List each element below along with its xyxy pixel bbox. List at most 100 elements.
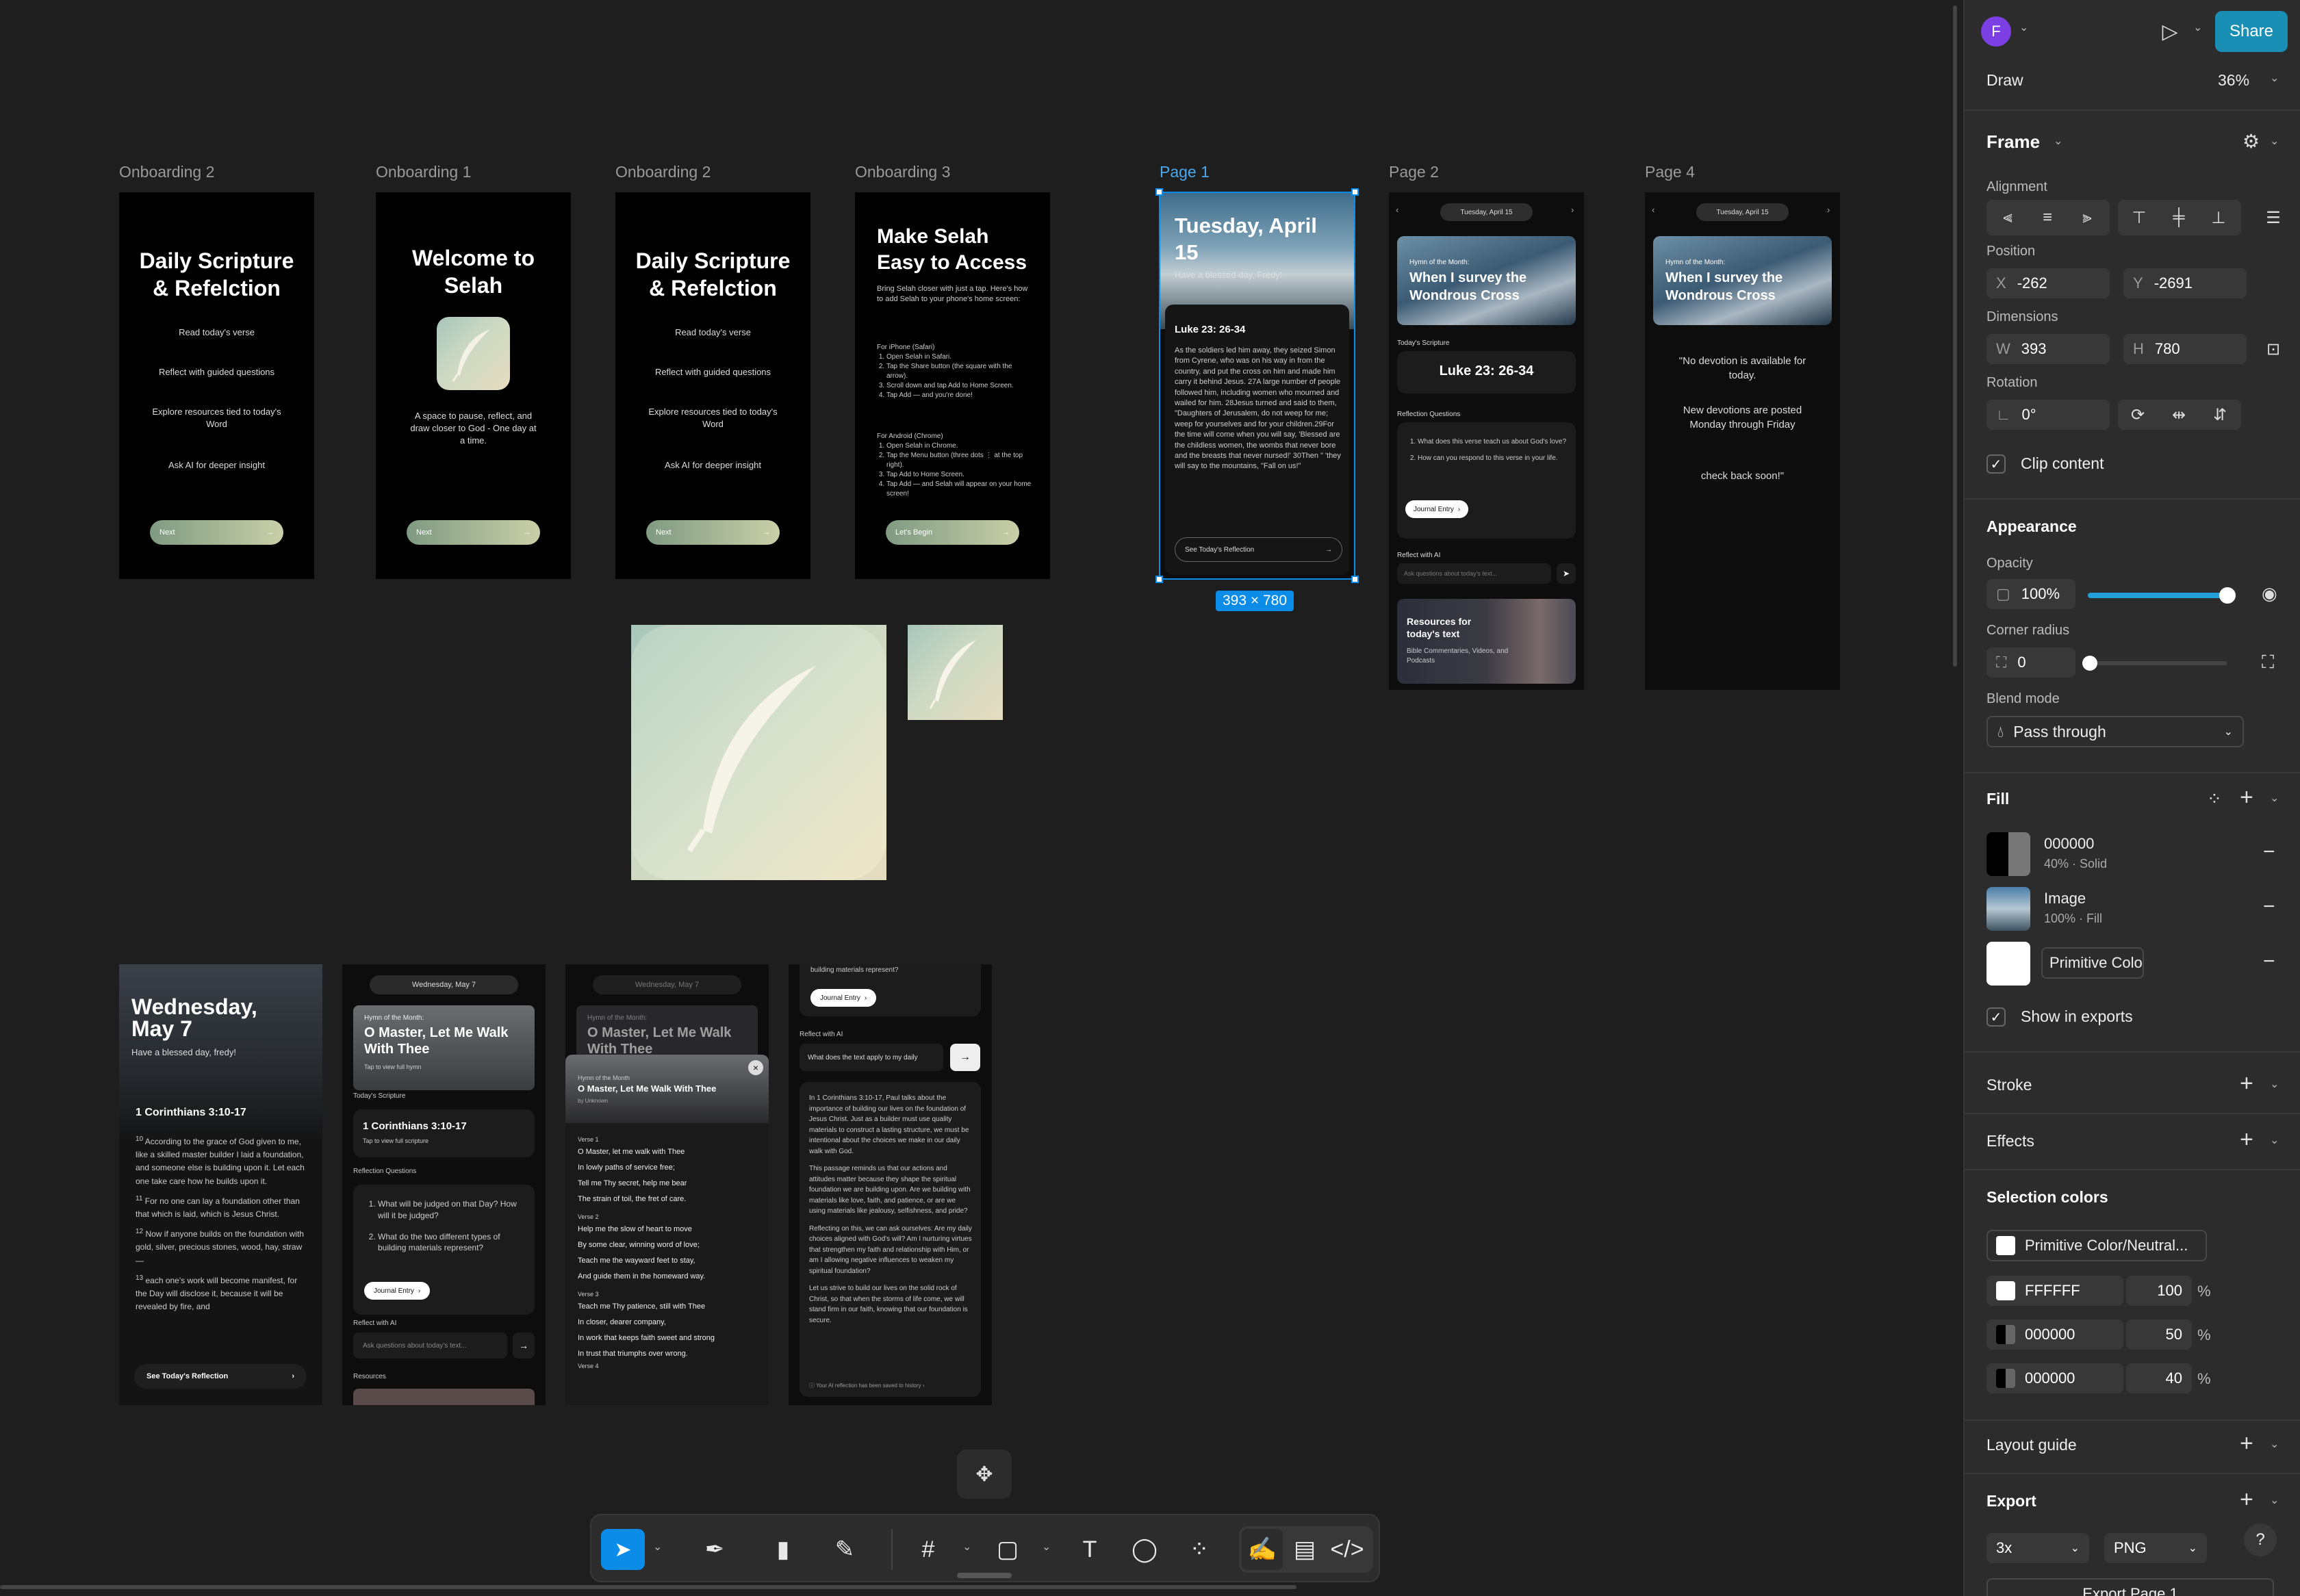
components-tool-icon[interactable]: ⁘ bbox=[1179, 1529, 1220, 1570]
toolbar-handle[interactable] bbox=[957, 1573, 1012, 1578]
resources-card[interactable] bbox=[353, 1389, 535, 1405]
fill-name[interactable]: Image bbox=[2044, 890, 2086, 908]
add-fill-icon[interactable]: + bbox=[2240, 786, 2253, 809]
rectangle-tool-icon[interactable]: ▢ bbox=[987, 1529, 1028, 1570]
component-icon[interactable]: ⚙ bbox=[2242, 130, 2260, 153]
frame-ai-reflection[interactable]: building materials represent? Journal En… bbox=[789, 964, 992, 1405]
date-pill[interactable]: Wednesday, May 7 bbox=[593, 975, 741, 994]
close-icon[interactable]: × bbox=[748, 1060, 763, 1075]
scripture-card[interactable]: 1 Corinthians 3:10-17 Tap to view full s… bbox=[353, 1109, 535, 1157]
export-button[interactable]: Export Page 1 bbox=[1986, 1578, 2274, 1596]
fill-swatch-black[interactable] bbox=[1986, 832, 2030, 876]
eye-icon[interactable]: ◉ bbox=[2262, 583, 2277, 604]
hymn-card[interactable]: Hymn of the Month: O Master, Let Me Walk… bbox=[353, 1005, 535, 1090]
align-middle-icon[interactable]: ╪ bbox=[2160, 203, 2197, 233]
next-button[interactable]: Next → bbox=[150, 520, 283, 545]
align-center-icon[interactable]: ≡ bbox=[2029, 203, 2066, 233]
distribute-icon[interactable]: ☰ bbox=[2255, 203, 2292, 233]
hymn-card[interactable]: Hymn of the Month: When I survey the Won… bbox=[1653, 236, 1832, 325]
avatar[interactable]: F bbox=[1981, 16, 2011, 47]
chevron-down-icon[interactable]: ⌄ bbox=[2270, 791, 2279, 805]
move-tool-icon[interactable]: ➤ bbox=[601, 1529, 645, 1570]
x-field[interactable]: X -262 bbox=[1986, 268, 2110, 298]
blend-mode-select[interactable]: 💧︎ Pass through ⌄ bbox=[1986, 716, 2244, 747]
fill-name[interactable]: 000000 bbox=[2044, 835, 2094, 853]
add-stroke-icon[interactable]: + bbox=[2240, 1072, 2253, 1095]
date-pill[interactable]: Wednesday, May 7 bbox=[370, 975, 518, 994]
resize-constraint-icon[interactable]: ⊡ bbox=[2255, 334, 2292, 364]
opacity-field[interactable]: ▢ 100% bbox=[1986, 579, 2075, 609]
resize-handle[interactable] bbox=[1351, 188, 1359, 196]
frame-label-page-4[interactable]: Page 4 bbox=[1645, 163, 1695, 181]
frame-page-1[interactable]: Tuesday, April 15 Have a blessed day, Fr… bbox=[1160, 192, 1355, 579]
styles-grid-icon[interactable]: ⁘ bbox=[2207, 788, 2222, 810]
chevron-down-icon[interactable]: ⌄ bbox=[2270, 71, 2279, 85]
pencil-tool-icon[interactable]: ✎ bbox=[824, 1529, 865, 1570]
effects-title[interactable]: Effects bbox=[1986, 1132, 2034, 1150]
frame-hymn-modal[interactable]: Wednesday, May 7 Hymn of the Month: O Ma… bbox=[565, 964, 769, 1405]
chevron-down-icon[interactable]: ⌄ bbox=[2270, 1133, 2279, 1147]
fill-style-chip[interactable]: Primitive Color/Neutral... bbox=[2041, 947, 2144, 979]
chevron-down-icon[interactable]: ⌄ bbox=[2270, 1437, 2279, 1451]
stroke-title[interactable]: Stroke bbox=[1986, 1076, 2032, 1094]
remove-fill-icon[interactable]: − bbox=[2263, 950, 2275, 973]
chevron-right-icon[interactable]: › bbox=[1571, 205, 1574, 215]
chevron-down-icon[interactable]: ⌄ bbox=[2193, 21, 2202, 34]
rotate-icon[interactable]: ⟳ bbox=[2119, 400, 2156, 430]
align-right-icon[interactable]: ⫸ bbox=[2069, 203, 2106, 233]
selection-color-hex[interactable]: 000000 bbox=[1986, 1363, 2123, 1393]
frame-onboarding-1[interactable]: Welcome to Selah A space to pause, refle… bbox=[376, 192, 571, 579]
add-effect-icon[interactable]: + bbox=[2240, 1128, 2253, 1151]
independent-corners-icon[interactable]: ⛶ bbox=[2262, 652, 2274, 673]
help-button[interactable]: ? bbox=[2244, 1523, 2277, 1556]
date-pill[interactable]: Tuesday, April 15 bbox=[1440, 203, 1533, 221]
y-field[interactable]: Y -2691 bbox=[2123, 268, 2247, 298]
flip-horizontal-icon[interactable]: ⇹ bbox=[2160, 400, 2197, 430]
resize-handle[interactable] bbox=[1155, 188, 1163, 196]
chevron-down-icon[interactable]: ⌄ bbox=[2054, 134, 2062, 148]
frame-page-4[interactable]: ‹ Tuesday, April 15 › Hymn of the Month:… bbox=[1645, 192, 1840, 690]
send-icon[interactable]: ➤ bbox=[1557, 563, 1576, 584]
clip-content-checkbox[interactable]: ✓ bbox=[1986, 454, 2006, 474]
layout-guide-title[interactable]: Layout guide bbox=[1986, 1436, 2077, 1454]
text-tool-icon[interactable]: T bbox=[1069, 1529, 1110, 1570]
frame-onboarding-2[interactable]: Daily Scripture & Refelction Read today'… bbox=[119, 192, 314, 579]
selection-color-opacity[interactable]: 100 bbox=[2126, 1276, 2192, 1306]
frame-page-may-7[interactable]: Wednesday, May 7 Hymn of the Month: O Ma… bbox=[342, 964, 546, 1405]
pen-tool-icon[interactable]: ✒ bbox=[694, 1529, 735, 1570]
horizontal-scrollbar[interactable] bbox=[0, 1585, 1296, 1589]
add-layout-guide-icon[interactable]: + bbox=[2240, 1432, 2253, 1455]
frame-label-page-2[interactable]: Page 2 bbox=[1389, 163, 1439, 181]
remove-fill-icon[interactable]: − bbox=[2263, 840, 2275, 864]
frame-label-onboarding-3[interactable]: Onboarding 3 bbox=[855, 163, 950, 181]
journal-entry-button[interactable]: Journal Entry › bbox=[810, 989, 877, 1007]
frame-label-onboarding-1[interactable]: Onboarding 1 bbox=[376, 163, 471, 181]
frame-label-onboarding-2b[interactable]: Onboarding 2 bbox=[615, 163, 711, 181]
hymn-card[interactable]: Hymn of the Month: When I survey the Won… bbox=[1397, 236, 1576, 325]
resize-handle[interactable] bbox=[1351, 576, 1359, 583]
ai-input[interactable]: Ask questions about today's text... bbox=[353, 1333, 507, 1359]
fill-swatch-image[interactable] bbox=[1986, 887, 2030, 931]
add-export-icon[interactable]: + bbox=[2240, 1488, 2253, 1511]
app-icon-large[interactable] bbox=[631, 625, 886, 880]
frame-onboarding-2b[interactable]: Daily Scripture & Refelction Read today'… bbox=[615, 192, 810, 579]
send-arrow-icon[interactable]: → bbox=[513, 1333, 535, 1359]
align-top-icon[interactable]: ⊤ bbox=[2121, 203, 2158, 233]
frame-onboarding-3[interactable]: Make Selah Easy to Access Bring Selah cl… bbox=[855, 192, 1050, 579]
comment-tool-icon[interactable]: ◯ bbox=[1124, 1529, 1165, 1570]
align-bottom-icon[interactable]: ⊥ bbox=[2200, 203, 2237, 233]
selection-color-style[interactable]: Primitive Color/Neutral... bbox=[1986, 1230, 2207, 1261]
chevron-left-icon[interactable]: ‹ bbox=[1396, 205, 1398, 215]
align-left-icon[interactable]: ⫷ bbox=[1989, 203, 2026, 233]
design-canvas[interactable]: Onboarding 2 Onboarding 1 Onboarding 2 O… bbox=[0, 0, 1963, 1596]
frame-tool-icon[interactable]: # bbox=[908, 1529, 949, 1570]
marker-tool-icon[interactable]: ▮ bbox=[763, 1529, 804, 1570]
chevron-left-icon[interactable]: ‹ bbox=[1652, 205, 1654, 215]
radius-slider[interactable] bbox=[2088, 661, 2227, 665]
design-mode-icon[interactable]: ▤ bbox=[1284, 1529, 1325, 1570]
journal-entry-button[interactable]: Journal Entry › bbox=[364, 1282, 431, 1300]
rotation-field[interactable]: ∟ 0° bbox=[1986, 400, 2110, 430]
chevron-down-icon[interactable]: ⌄ bbox=[2270, 134, 2279, 148]
export-format-select[interactable]: PNG ⌄ bbox=[2104, 1533, 2207, 1563]
selection-color-hex[interactable]: 000000 bbox=[1986, 1320, 2123, 1350]
